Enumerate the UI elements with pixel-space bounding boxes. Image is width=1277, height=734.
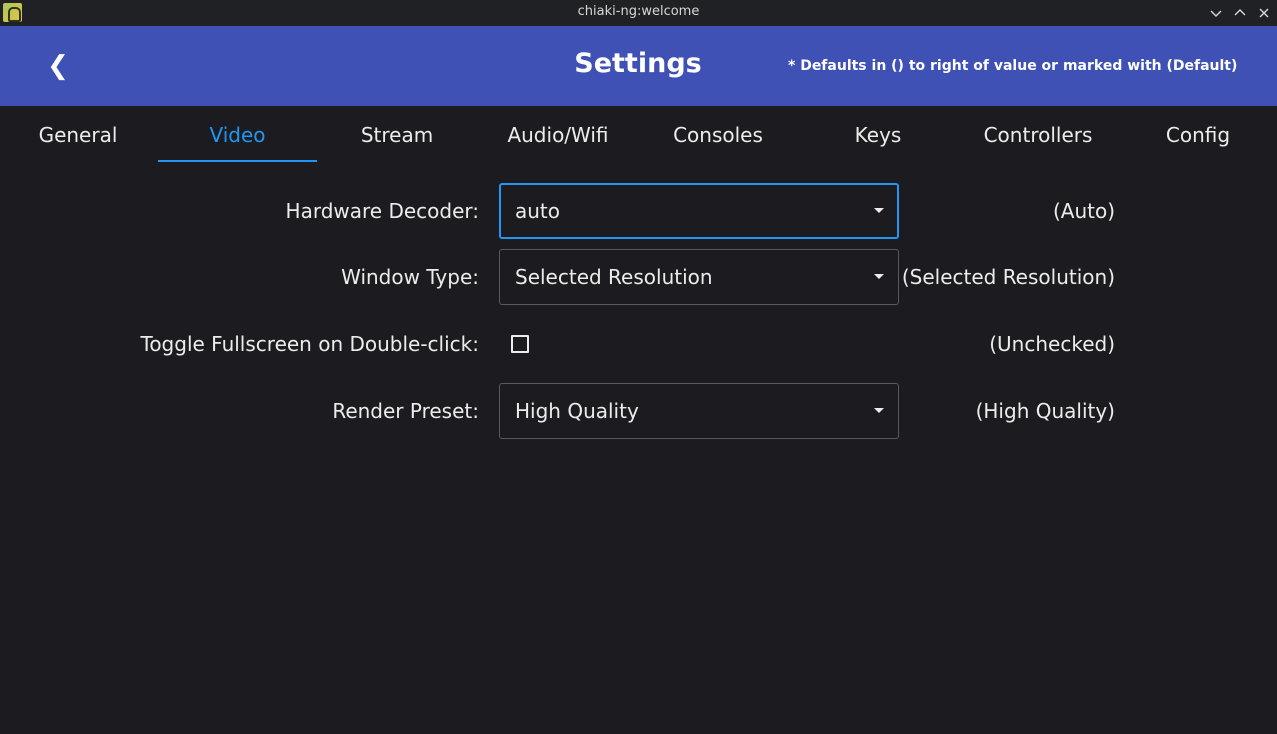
render-preset-label: Render Preset: (332, 399, 479, 423)
window-type-value: Selected Resolution (515, 265, 713, 289)
maximize-button[interactable] (1230, 3, 1250, 23)
window-type-select[interactable]: Selected Resolution (499, 249, 899, 305)
dropdown-caret-icon (874, 274, 884, 279)
close-icon (1259, 8, 1269, 18)
tab-keys[interactable]: Keys (798, 106, 958, 164)
dropdown-caret-icon (874, 208, 884, 213)
close-button[interactable] (1254, 3, 1274, 23)
render-preset-value: High Quality (515, 399, 639, 423)
hardware-decoder-label: Hardware Decoder: (285, 199, 479, 223)
window-titlebar: chiaki-ng:welcome (0, 0, 1277, 26)
toggle-fullscreen-default: (Unchecked) (989, 332, 1115, 356)
defaults-note: * Defaults in () to right of value or ma… (788, 58, 1238, 74)
tab-config[interactable]: Config (1118, 106, 1277, 164)
window-title: chiaki-ng:welcome (577, 4, 700, 19)
toggle-fullscreen-label: Toggle Fullscreen on Double-click: (140, 332, 480, 356)
hardware-decoder-default: (Auto) (1052, 199, 1115, 223)
window-type-default: (Selected Resolution) (901, 265, 1115, 289)
hardware-decoder-value: auto (515, 199, 561, 223)
tab-controllers[interactable]: Controllers (958, 106, 1118, 164)
tab-audio-wifi[interactable]: Audio/Wifi (478, 106, 638, 164)
back-button[interactable]: ❮ (38, 46, 78, 86)
minimize-button[interactable] (1206, 3, 1226, 23)
dropdown-caret-icon (874, 408, 884, 413)
settings-tabbar: General Video Stream Audio/Wifi Consoles… (0, 106, 1277, 164)
toggle-fullscreen-checkbox[interactable] (511, 335, 529, 353)
hardware-decoder-select[interactable]: auto (499, 183, 899, 239)
tab-video[interactable]: Video (158, 106, 317, 164)
page-title: Settings (574, 48, 702, 79)
settings-header: ❮ Settings * Defaults in () to right of … (0, 26, 1277, 106)
render-preset-default: (High Quality) (975, 399, 1115, 423)
chevron-up-icon (1234, 9, 1246, 16)
render-preset-select[interactable]: High Quality (499, 383, 899, 439)
tab-general[interactable]: General (0, 106, 158, 164)
tab-stream[interactable]: Stream (317, 106, 477, 164)
tab-consoles[interactable]: Consoles (638, 106, 798, 164)
back-arrow-icon: ❮ (47, 51, 69, 81)
window-type-label: Window Type: (341, 265, 479, 289)
chevron-down-icon (1210, 10, 1222, 17)
